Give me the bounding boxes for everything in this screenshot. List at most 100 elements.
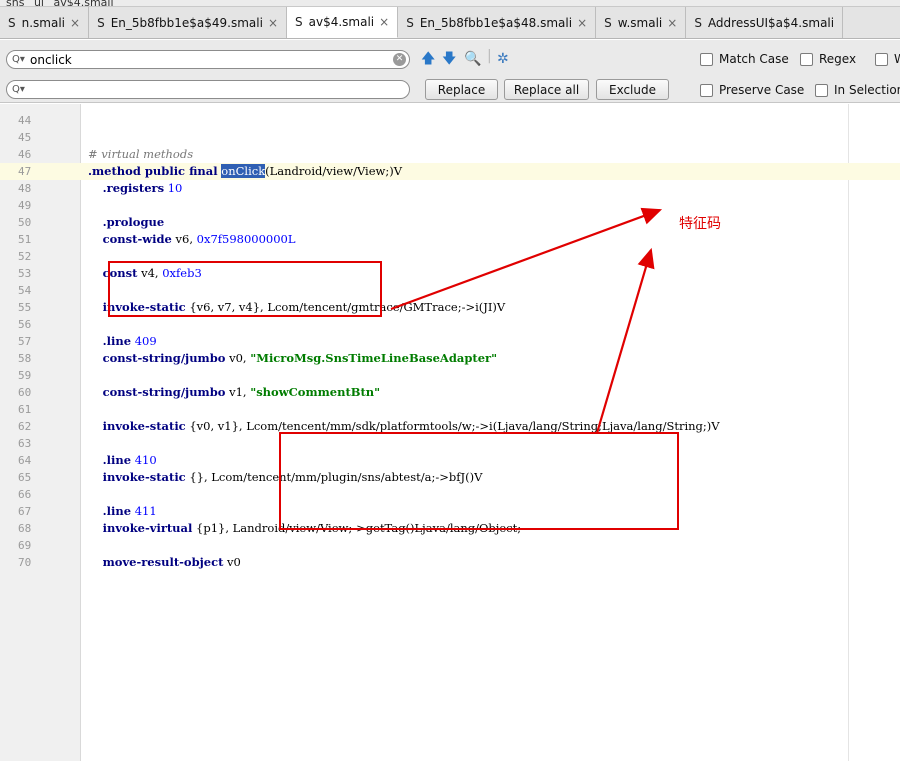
code-line[interactable]: 61 [0,401,900,418]
code-line[interactable]: 69 [0,537,900,554]
line-number: 56 [18,318,32,331]
breadcrumb: sns ui av$4.smali [0,0,900,7]
tab-en-a49-smali[interactable]: S En_5b8fbb1e$a$49.smali × [89,7,287,38]
smali-file-icon: S [97,15,105,30]
code-text: move-result-object v0 [102,555,241,569]
regex-checkbox[interactable]: Regex [800,52,856,66]
line-number: 57 [18,335,32,348]
search-input[interactable]: Q▾ onclick ✕ [6,50,410,69]
line-number: 52 [18,250,32,263]
code-line[interactable]: 57 .line 409 [0,333,900,350]
line-number: 62 [18,420,32,433]
code-text: # virtual methods [88,147,194,161]
preserve-case-checkbox[interactable]: Preserve Case [700,83,804,97]
replace-input[interactable]: Q▾ [6,80,410,99]
tab-label: En_5b8fbb1e$a$48.smali [419,15,573,30]
code-line[interactable]: 58 const-string/jumbo v0, "MicroMsg.SnsT… [0,350,900,367]
replace-button[interactable]: Replace [425,79,498,100]
tab-label: w.smali [617,15,663,30]
clear-search-icon[interactable]: ✕ [393,53,406,66]
replace-all-button[interactable]: Replace all [504,79,589,100]
line-number: 44 [18,114,32,127]
code-text: .line 409 [102,334,157,348]
code-text: const-string/jumbo v0, "MicroMsg.SnsTime… [102,351,498,365]
close-icon[interactable]: × [70,16,80,30]
tab-label: AddressUI$a$4.smali [707,15,835,30]
code-text: .line 411 [102,504,157,518]
line-number: 46 [18,148,32,161]
tab-n-smali[interactable]: S n.smali × [0,7,90,38]
code-text: .registers 10 [102,181,183,195]
match-case-checkbox[interactable]: Match Case [700,52,789,66]
smali-file-icon: S [8,15,16,30]
close-icon[interactable]: × [577,16,587,30]
line-number: 70 [18,556,32,569]
line-number: 69 [18,539,32,552]
close-icon[interactable]: × [268,16,278,30]
in-selection-checkbox[interactable]: In Selection [815,83,900,97]
line-number: 64 [18,454,32,467]
line-number: 63 [18,437,32,450]
code-line[interactable]: 56 [0,316,900,333]
tab-av4-smali[interactable]: S av$4.smali × [287,7,399,38]
code-line[interactable]: 59 [0,367,900,384]
tab-addressui-smali[interactable]: S AddressUI$a$4.smali [686,7,844,38]
find-replace-bar: Q▾ onclick ✕ 🡅 🡇 🔍 | ✲ Match Case Regex … [0,40,900,103]
line-number: 45 [18,131,32,144]
next-occurrence-icon[interactable]: 🡇 [442,51,456,67]
close-icon[interactable]: × [379,15,389,29]
search-history-icon[interactable]: Q▾ [12,54,30,65]
line-number: 51 [18,233,32,246]
annotation-box-const-wide [108,261,382,317]
code-line[interactable]: 49 [0,197,900,214]
line-number: 55 [18,301,32,314]
line-number: 50 [18,216,32,229]
code-line[interactable]: 60 const-string/jumbo v1, "showCommentBt… [0,384,900,401]
code-text: const-string/jumbo v1, "showCommentBtn" [102,385,381,399]
code-line[interactable]: 70 move-result-object v0 [0,554,900,571]
line-number: 68 [18,522,32,535]
line-number: 67 [18,505,32,518]
breadcrumb-item[interactable]: ui [34,0,44,6]
code-line[interactable]: 46 # virtual methods [0,146,900,163]
tab-label: En_5b8fbb1e$a$49.smali [110,15,263,30]
code-line[interactable]: 45 [0,129,900,146]
tab-w-smali[interactable]: S w.smali × [596,7,687,38]
code-line[interactable]: 47 .method public final onClick(Landroid/… [0,163,900,180]
code-line[interactable]: 50 .prologue [0,214,900,231]
code-line[interactable]: 48 .registers 10 [0,180,900,197]
code-line[interactable]: 51 const-wide v6, 0x7f598000000L [0,231,900,248]
smali-file-icon: S [694,15,702,30]
close-icon[interactable]: × [667,16,677,30]
editor-tab-bar: S n.smali × S En_5b8fbb1e$a$49.smali × S… [0,7,900,39]
line-number: 48 [18,182,32,195]
replace-history-icon[interactable]: Q▾ [12,84,30,95]
breadcrumb-item[interactable]: sns [6,0,24,6]
find-all-icon[interactable]: 🔍 [464,51,481,67]
line-number: 54 [18,284,32,297]
smali-file-icon: S [295,14,303,29]
line-number: 65 [18,471,32,484]
annotation-label: 特征码 [679,216,721,232]
line-number: 60 [18,386,32,399]
line-number: 61 [18,403,32,416]
search-query: onclick [30,52,72,67]
line-number: 53 [18,267,32,280]
code-text: const-wide v6, 0x7f598000000L [102,232,296,246]
tab-label: av$4.smali [308,14,375,29]
tab-en-a48-smali[interactable]: S En_5b8fbb1e$a$48.smali × [398,7,597,38]
line-number: 66 [18,488,32,501]
code-text: .method public final onClick(Landroid/vi… [88,164,403,178]
line-number: 47 [0,163,81,180]
annotation-box-const-strings [279,432,679,530]
smali-file-icon: S [604,15,612,30]
breadcrumb-item[interactable]: av$4.smali [53,0,113,6]
previous-occurrence-icon[interactable]: 🡅 [421,51,435,67]
line-number: 49 [18,199,32,212]
filter-settings-icon[interactable]: ✲ [497,51,509,67]
line-number: 59 [18,369,32,382]
exclude-button[interactable]: Exclude [596,79,669,100]
code-line[interactable]: 44 [0,112,900,129]
words-checkbox[interactable]: W [875,52,900,66]
smali-file-icon: S [406,15,414,30]
